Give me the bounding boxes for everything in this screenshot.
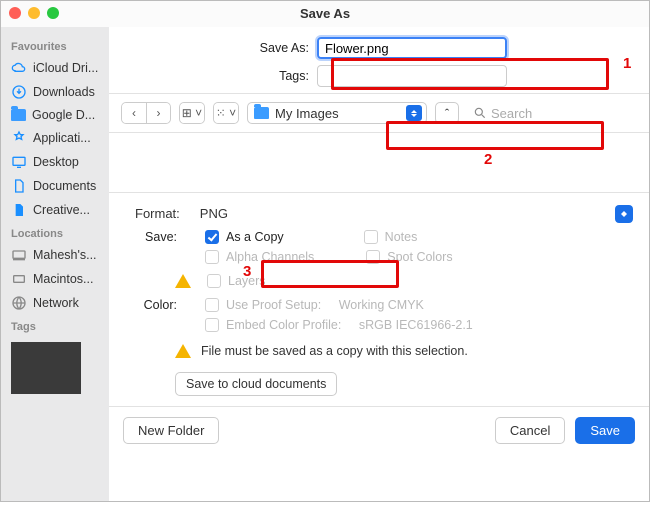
checkbox-embed: Embed Color Profile: sRGB IEC61966-2.1 <box>205 318 473 332</box>
dropdown-icon <box>406 105 422 121</box>
search-icon <box>473 106 487 120</box>
color-label: Color: <box>129 298 177 312</box>
format-value[interactable]: PNG <box>190 203 238 224</box>
nav-back-forward[interactable]: ‹› <box>121 102 171 124</box>
tags-input[interactable] <box>317 65 507 87</box>
cancel-button[interactable]: Cancel <box>495 417 565 444</box>
warning-text: File must be saved as a copy with this s… <box>201 344 468 358</box>
checkbox-proof: Use Proof Setup: Working CMYK <box>205 298 424 312</box>
checkbox-as-copy[interactable]: As a Copy <box>205 230 284 244</box>
titlebar: Save As <box>1 1 649 27</box>
checkbox-alpha: Alpha Channels <box>205 250 314 264</box>
filename-input[interactable] <box>317 37 507 59</box>
view-mode[interactable]: ⊞ ˅ <box>179 102 205 124</box>
group-mode[interactable]: ⁙ ˅ <box>213 102 239 124</box>
sidebar-item-macintosh[interactable]: Macintos... <box>1 267 109 291</box>
search-field[interactable]: Search <box>467 106 637 121</box>
annotation-1: 1 <box>623 55 631 72</box>
location-name: My Images <box>275 106 400 121</box>
sidebar-heading-tags: Tags <box>1 315 109 336</box>
checkbox-layers: Layers <box>207 274 266 288</box>
annotation-3: 3 <box>243 263 251 280</box>
save-to-cloud-button[interactable]: Save to cloud documents <box>175 372 337 396</box>
close-window-icon[interactable] <box>9 7 21 19</box>
sidebar-heading-favourites: Favourites <box>1 35 109 56</box>
checkbox-notes: Notes <box>364 230 418 244</box>
saveas-label: Save As: <box>251 41 309 55</box>
sidebar-heading-locations: Locations <box>1 222 109 243</box>
tags-label: Tags: <box>251 69 309 83</box>
minimize-window-icon[interactable] <box>28 7 40 19</box>
sidebar: Favourites iCloud Dri... Downloads Googl… <box>1 27 109 501</box>
sidebar-item-applications[interactable]: Applicati... <box>1 126 109 150</box>
location-popup[interactable]: My Images <box>247 102 427 124</box>
format-label: Format: <box>135 206 180 221</box>
warning-icon <box>175 336 191 358</box>
format-dropdown-icon[interactable] <box>615 205 633 223</box>
window-title: Save As <box>300 6 350 21</box>
sidebar-item-googledrive[interactable]: Google D... <box>1 104 109 126</box>
folder-icon <box>254 107 269 119</box>
back-icon[interactable]: ‹ <box>122 103 146 123</box>
annotation-2: 2 <box>484 151 492 168</box>
file-browser-area[interactable] <box>109 133 649 193</box>
finder-toolbar: ‹› ⊞ ˅ ⁙ ˅ My Images ˆ Search <box>109 93 649 133</box>
sidebar-item-downloads[interactable]: Downloads <box>1 80 109 104</box>
forward-icon[interactable]: › <box>146 103 170 123</box>
tags-swatch <box>11 342 81 394</box>
sidebar-item-desktop[interactable]: Desktop <box>1 150 109 174</box>
sidebar-item-network[interactable]: Network <box>1 291 109 315</box>
sidebar-item-creative[interactable]: Creative... <box>1 198 109 222</box>
main-panel: Save As: Tags: ‹› ⊞ ˅ ⁙ ˅ My Images ˆ Se… <box>109 27 649 501</box>
folder-icon <box>11 109 26 121</box>
new-folder-button[interactable]: New Folder <box>123 417 219 444</box>
sidebar-item-mahesh[interactable]: Mahesh's... <box>1 243 109 267</box>
zoom-window-icon[interactable] <box>47 7 59 19</box>
checkbox-spot: Spot Colors <box>366 250 452 264</box>
save-button[interactable]: Save <box>575 417 635 444</box>
save-opts-label: Save: <box>129 230 177 244</box>
sidebar-item-icloud[interactable]: iCloud Dri... <box>1 56 109 80</box>
dialog-footer: New Folder Cancel Save <box>109 407 649 454</box>
window-controls <box>9 7 59 19</box>
collapse-button[interactable]: ˆ <box>435 102 459 124</box>
warning-row: File must be saved as a copy with this s… <box>175 340 633 362</box>
sidebar-item-documents[interactable]: Documents <box>1 174 109 198</box>
warning-icon <box>175 266 191 288</box>
